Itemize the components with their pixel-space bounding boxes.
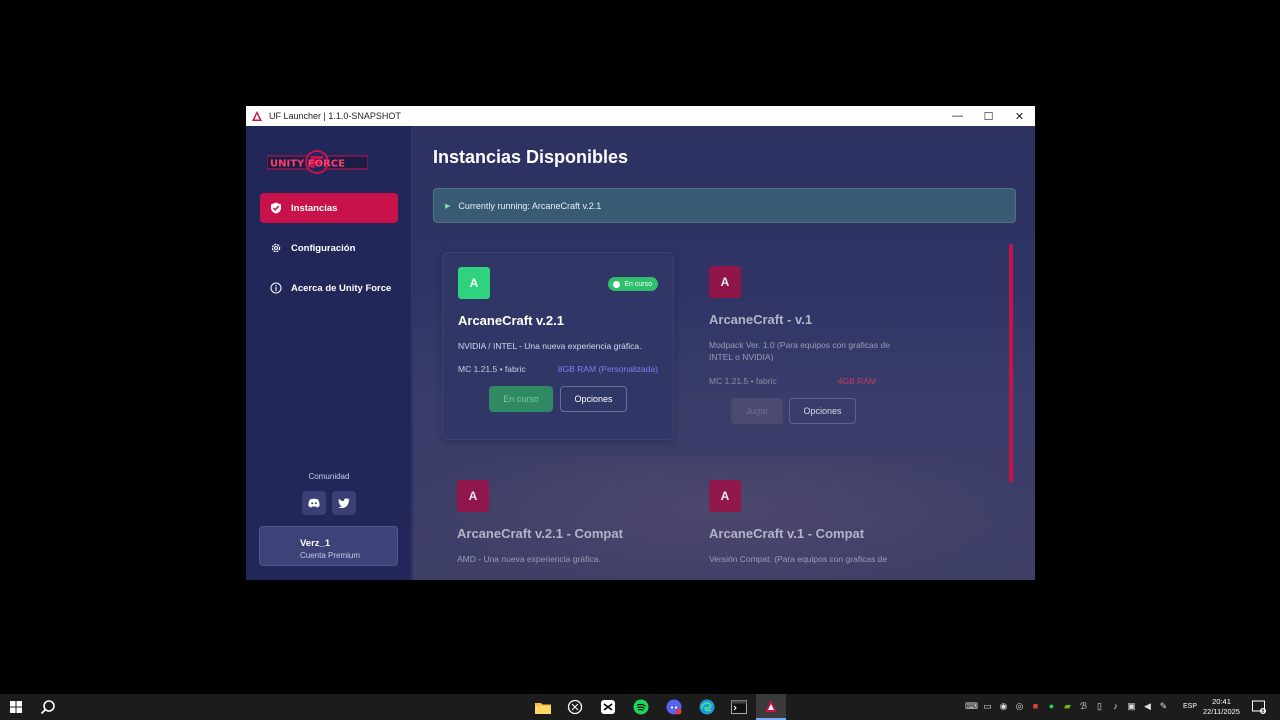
minimize-button[interactable]: — <box>942 106 973 126</box>
user-card[interactable]: Verz_1 Cuenta Premium <box>259 526 398 566</box>
instance-avatar: A <box>457 480 489 512</box>
instance-version: MC 1.21.5 • fabric <box>458 364 526 374</box>
keyboard-icon[interactable]: ⌨ <box>965 700 978 712</box>
twitter-icon <box>338 498 350 508</box>
steam-icon[interactable]: ◎ <box>1014 700 1025 712</box>
capcut-icon[interactable] <box>598 697 618 717</box>
shield-check-icon <box>270 202 282 214</box>
close-button[interactable]: ✕ <box>1004 106 1035 126</box>
user-name: Verz_1 <box>300 538 331 549</box>
options-button[interactable]: Opciones <box>789 398 856 424</box>
taskbar: ⌨ ▭ ◉ ◎ ■ ● ▰ ℬ ▯ ♪ ▣ ◀ ✎ ESP 20:41 22/1… <box>0 694 1280 720</box>
instance-description: Modpack Ver. 1.0 (Para equipos con grafi… <box>709 340 890 362</box>
logo-text: UNITY FORCE <box>270 159 345 170</box>
instance-name: ArcaneCraft - v.1 <box>709 312 813 327</box>
play-icon: ▶ <box>445 202 451 210</box>
notification-center-icon[interactable]: 8 <box>1252 700 1266 715</box>
instance-name: ArcaneCraft v.2.1 - Compat <box>457 526 623 541</box>
sidebar-item-instancias[interactable]: Instancias <box>260 193 398 223</box>
sidebar-item-configuracion[interactable]: Configuración <box>260 233 398 263</box>
terminal-icon[interactable] <box>729 697 749 717</box>
instance-description: AMD - Una nueva experiencia gráfica. <box>457 554 601 564</box>
status-badge: En curso <box>608 277 658 291</box>
sidebar: UNITY FORCE Instancias Configuración Ace… <box>246 126 412 580</box>
clock-date: 22/11/2025 <box>1203 707 1240 716</box>
notification-count: 8 <box>1261 709 1264 714</box>
account-type: Cuenta Premium <box>300 551 361 560</box>
uf-launcher-taskbar-icon[interactable] <box>756 694 786 720</box>
instance-ram: 8GB RAM (Personalizada) <box>557 364 658 374</box>
status-dot-icon <box>613 280 621 288</box>
social-links <box>302 491 356 515</box>
system-tray: ⌨ ▭ ◉ ◎ ■ ● ▰ ℬ ▯ ♪ ▣ ◀ ✎ <box>965 700 1169 712</box>
page-title: Instancias Disponibles <box>433 147 629 167</box>
sidebar-item-acerca[interactable]: Acerca de Unity Force <box>260 273 398 303</box>
twitter-button[interactable] <box>332 491 356 515</box>
pen-icon[interactable]: ✎ <box>1158 700 1169 712</box>
microphone-icon[interactable]: ♪ <box>1110 700 1121 712</box>
sidebar-item-label: Configuración <box>291 242 356 254</box>
instance-card-arcanecraft-v1: A ArcaneCraft - v.1 Modpack Ver. 1.0 (Pa… <box>694 252 926 440</box>
options-button[interactable]: Opciones <box>560 386 627 412</box>
unity-force-logo[interactable]: UNITY FORCE <box>267 149 368 175</box>
discord-button[interactable] <box>302 491 326 515</box>
clock[interactable]: 20:41 22/11/2025 <box>1203 697 1240 717</box>
discord-app-icon[interactable] <box>664 697 684 717</box>
instance-card-arcanecraft-v1-compat: A ArcaneCraft v.1 - Compat Versión Compa… <box>694 466 926 580</box>
running-banner: ▶ Currently running: ArcaneCraft v.2.1 <box>433 188 1016 223</box>
sidebar-item-label: Instancias <box>291 202 338 214</box>
app-tray-icon[interactable]: ■ <box>1030 700 1041 712</box>
maximize-button[interactable]: ☐ <box>973 106 1004 126</box>
app-body: UNITY FORCE Instancias Configuración Ace… <box>246 126 1035 580</box>
main-content: Instancias Disponibles ▶ Currently runni… <box>413 126 1035 580</box>
spotify-tray-icon[interactable]: ● <box>1046 700 1057 712</box>
sidebar-item-label: Acerca de Unity Force <box>291 282 392 294</box>
bluetooth-icon[interactable]: ℬ <box>1078 700 1089 712</box>
clock-time: 20:41 <box>1212 697 1231 706</box>
discord-tray-icon[interactable]: ◉ <box>998 700 1009 712</box>
monitor-icon[interactable]: ▭ <box>982 700 993 712</box>
file-explorer-icon[interactable] <box>533 697 553 717</box>
windows-start-icon[interactable] <box>10 701 22 713</box>
running-button[interactable]: En curso <box>489 386 553 412</box>
gear-icon <box>270 242 282 254</box>
instance-version: MC 1.21.5 • fabric <box>709 376 777 386</box>
edge-icon[interactable] <box>697 697 717 717</box>
network-icon[interactable]: ▣ <box>1126 700 1137 712</box>
status-badge-label: En curso <box>624 280 652 288</box>
desktop: UF Launcher | 1.1.0-SNAPSHOT — ☐ ✕ UNITY… <box>0 0 1280 720</box>
chatgpt-icon[interactable] <box>565 697 585 717</box>
instance-avatar: A <box>709 266 741 298</box>
instance-description: Versión Compat. (Para equipos con grafic… <box>709 554 888 564</box>
window-controls: — ☐ ✕ <box>942 106 1035 126</box>
nvidia-icon[interactable]: ▰ <box>1062 700 1073 712</box>
launcher-window: UF Launcher | 1.1.0-SNAPSHOT — ☐ ✕ UNITY… <box>246 106 1035 580</box>
instance-card-arcanecraft-v2-1: A En curso ArcaneCraft v.2.1 NVIDIA / IN… <box>442 252 674 440</box>
instance-ram: 4GB RAM <box>837 376 876 386</box>
instance-description: NVIDIA / INTEL - Una nueva experiencia g… <box>458 341 642 351</box>
title-bar[interactable]: UF Launcher | 1.1.0-SNAPSHOT — ☐ ✕ <box>246 106 1035 126</box>
play-button[interactable]: Jugar <box>731 398 783 424</box>
instance-name: ArcaneCraft v.2.1 <box>458 313 564 328</box>
language-indicator[interactable]: ESP <box>1183 703 1197 710</box>
running-text: Currently running: ArcaneCraft v.2.1 <box>458 200 602 211</box>
window-title: UF Launcher | 1.1.0-SNAPSHOT <box>269 111 401 121</box>
volume-icon[interactable]: ◀ <box>1142 700 1153 712</box>
app-icon <box>252 111 262 121</box>
usb-icon[interactable]: ▯ <box>1094 700 1105 712</box>
instance-avatar: A <box>709 480 741 512</box>
discord-icon <box>308 498 320 508</box>
spotify-icon[interactable] <box>631 697 651 717</box>
instance-name: ArcaneCraft v.1 - Compat <box>709 526 865 541</box>
info-icon <box>270 282 282 294</box>
search-icon[interactable] <box>40 699 56 715</box>
community-label: Comunidad <box>308 472 350 481</box>
scrollbar[interactable] <box>1009 244 1013 482</box>
instance-card-arcanecraft-v2-1-compat: A ArcaneCraft v.2.1 - Compat AMD - Una n… <box>442 466 674 580</box>
instance-avatar: A <box>458 267 490 299</box>
